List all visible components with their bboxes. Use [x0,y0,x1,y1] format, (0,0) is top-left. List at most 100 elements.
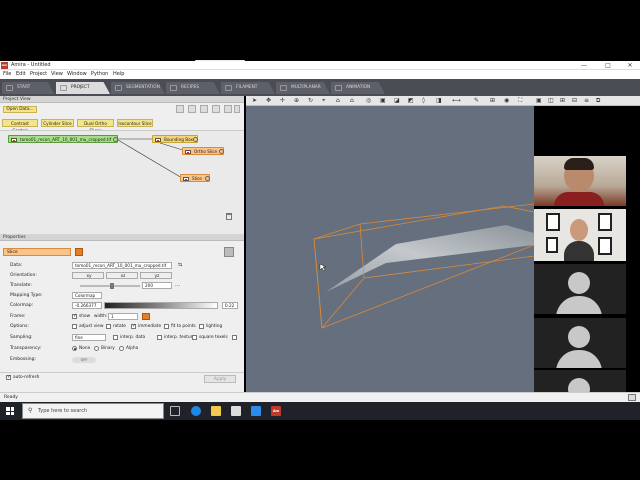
menu-help[interactable]: Help [113,70,124,79]
participant-video-3[interactable] [534,264,626,314]
3d-viewer[interactable]: ➤ ✥ ✛ ⊕ ↻ ⌖ ⌂ ⌂ ◎ ▣ ◪ ◩ ◊ ◨ ⟷ ✎ ⊞ ◉ ⛶ [246,96,534,392]
data-node[interactable]: tomo01_recon_ART_10_001_mu_cropped.tif [8,135,118,143]
menu-python[interactable]: Python [91,70,108,79]
interact-icon[interactable]: ➤ [252,98,257,104]
square-texels-checkbox[interactable] [192,335,197,340]
view-xz-icon[interactable]: ◪ [394,98,400,104]
zoom-icon[interactable]: ⊕ [294,98,299,104]
open-data-button[interactable]: Open Data... [3,106,37,113]
tab-animation[interactable]: ANIMATION [331,82,385,94]
measure-icon[interactable]: ⟷ [452,98,461,104]
sampling-select[interactable]: fine [72,334,106,341]
tab-recipes[interactable]: RECIPES [166,82,220,94]
connect-tool-icon[interactable] [200,105,208,113]
tab-project[interactable]: PROJECT [56,82,110,94]
tree-view-icon[interactable] [212,105,220,113]
translate-input[interactable]: 200 [142,282,172,289]
frame-show-checkbox[interactable] [72,313,77,319]
menu-view[interactable]: View [51,70,63,79]
transparency-binary-radio[interactable] [94,346,99,351]
rotate-checkbox[interactable] [106,324,111,329]
rotate-icon[interactable]: ↻ [308,98,313,104]
dual-ortho-slices-button[interactable]: Dual Ortho Slices [77,119,114,133]
immediate-checkbox[interactable] [131,323,136,329]
node-visibility-icon[interactable] [113,137,118,142]
maximize-button[interactable]: □ [598,61,618,70]
data-select[interactable]: tomo01_recon_ART_10_001_mu_cropped.tif [72,262,172,269]
interp-texture-checkbox[interactable] [157,335,162,340]
sampling-extra-checkbox[interactable] [232,335,237,340]
adjust-view-checkbox[interactable] [72,324,77,329]
edge-browser-icon[interactable] [191,406,201,416]
apply-button[interactable]: Apply [204,375,236,383]
console-toggle-icon[interactable] [628,394,636,401]
graph-view-icon[interactable] [224,105,232,113]
view-yz-icon[interactable]: ◩ [408,98,414,104]
taskbar-search-box[interactable]: ⚲ Type here to search [22,403,164,419]
colormap-bar[interactable] [104,302,218,309]
transparency-alpha-radio[interactable] [119,346,124,351]
tab-start[interactable]: START [2,82,54,94]
slice-node[interactable]: Slice [180,174,210,182]
interp-data-checkbox[interactable] [113,335,118,340]
contrast-control-button[interactable]: Contrast Control [2,119,38,133]
auto-refresh-checkbox[interactable] [6,374,11,380]
minimize-button[interactable]: — [574,61,594,70]
module-name-field[interactable]: Slice [3,248,71,256]
store-icon[interactable] [231,406,241,416]
embossing-toggle[interactable]: OFF [72,357,96,363]
tab-segmentation[interactable]: SEGMENTATION [111,82,165,94]
orientation-xy-button[interactable]: xy [72,272,104,279]
orientation-yz-button[interactable]: yz [140,272,172,279]
participant-video-1[interactable] [534,156,626,206]
participant-video-2[interactable] [534,209,626,261]
frame-width-input[interactable]: 1 [108,313,138,320]
participant-video-4[interactable] [534,318,626,368]
colormap-max-input[interactable]: 0.22 [222,302,238,309]
two-viewers-icon[interactable]: ◫ [548,98,554,104]
select-tool-icon[interactable] [176,105,184,113]
module-help-icon[interactable] [224,247,234,257]
node-visibility-icon[interactable] [193,137,198,142]
task-view-icon[interactable] [170,406,180,416]
set-home-icon[interactable]: ⌂ [350,98,354,104]
close-button[interactable]: ✕ [620,61,640,70]
home-icon[interactable]: ⌂ [336,98,340,104]
data-link-icon[interactable]: ⇆ [178,262,182,268]
participant-video-5[interactable] [534,370,626,392]
tab-filament[interactable]: FILAMENT [221,82,275,94]
project-graph-area[interactable]: tomo01_recon_ART_10_001_mu_cropped.tif B… [0,130,244,234]
fullscreen-icon[interactable]: ⛶ [518,98,522,104]
windows-start-icon[interactable] [6,407,14,415]
panel-more-icon[interactable] [234,105,240,113]
viewer-options-icon[interactable]: ≡ [584,98,589,104]
cylinder-slice-button[interactable]: Cylinder Slice [41,119,74,127]
viewer-dock-icon[interactable]: ⧉ [596,98,600,104]
file-explorer-icon[interactable] [211,406,221,416]
isocontour-slice-button[interactable]: Isocontour Slice [117,119,153,127]
four-viewers-icon[interactable]: ⊞ [560,98,565,104]
node-visibility-icon[interactable] [219,149,224,154]
perspective-icon[interactable]: ◊ [422,98,425,104]
trackball-icon[interactable]: ✥ [266,98,271,104]
mapping-type-select[interactable]: Colormap [72,292,102,299]
frame-color-swatch[interactable] [142,313,150,320]
menu-window[interactable]: Window [67,70,87,79]
menu-file[interactable]: File [3,70,11,79]
seek-icon[interactable]: ⌖ [322,98,325,104]
draw-style-icon[interactable]: ✎ [474,98,479,104]
bounding-box-node[interactable]: Bounding Box [152,135,198,143]
horizontal-viewers-icon[interactable]: ⊟ [572,98,577,104]
single-viewer-icon[interactable]: ▣ [536,98,542,104]
view-all-icon[interactable]: ◎ [366,98,371,104]
transparency-none-radio[interactable] [72,346,77,351]
ortho-slice-node[interactable]: Ortho Slice [182,147,224,155]
lighting-checkbox[interactable] [199,324,204,329]
menu-project[interactable]: Project [30,70,47,79]
snapshot-icon[interactable]: ◉ [504,98,509,104]
orientation-xz-button[interactable]: xz [106,272,138,279]
translate-slider-handle[interactable] [110,283,114,289]
view-xy-icon[interactable]: ▣ [380,98,386,104]
amira-taskbar-icon[interactable]: Am [271,406,281,416]
tab-multiplanar[interactable]: MULTIPLANAR [276,82,330,94]
